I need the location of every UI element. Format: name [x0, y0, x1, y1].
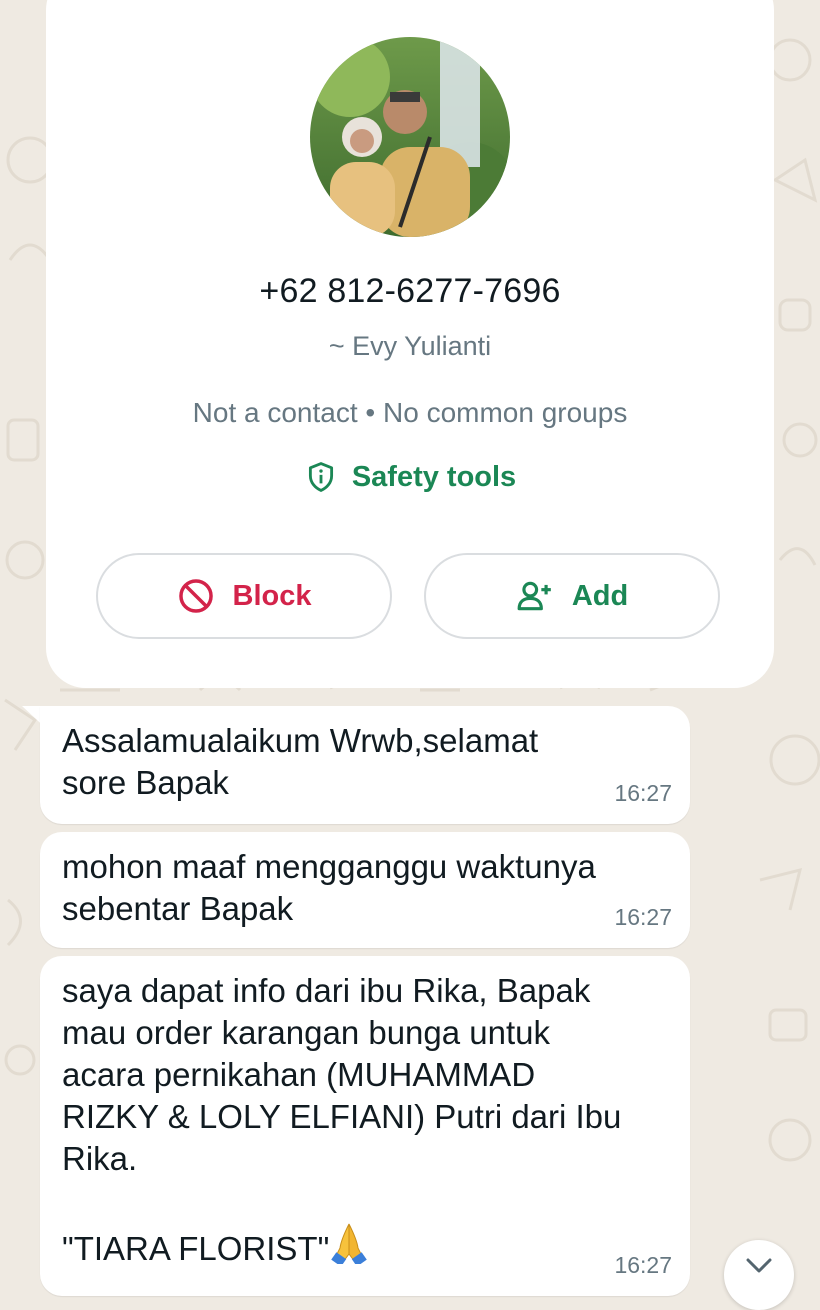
- add-contact-button[interactable]: Add: [424, 553, 720, 639]
- safety-tools-label: Safety tools: [351, 460, 517, 493]
- block-button[interactable]: Block: [96, 553, 392, 639]
- message-text: saya dapat info dari ibu Rika, Bapak mau…: [62, 970, 666, 1270]
- contact-avatar[interactable]: [310, 37, 510, 237]
- incoming-message[interactable]: Assalamualaikum Wrwb,selamat sore Bapak …: [40, 706, 690, 824]
- add-button-label: Add: [571, 579, 629, 612]
- incoming-message[interactable]: saya dapat info dari ibu Rika, Bapak mau…: [40, 956, 690, 1296]
- chevron-down-icon: [746, 1258, 772, 1273]
- message-time: 16:27: [614, 780, 672, 806]
- incoming-message[interactable]: mohon maaf mengganggu waktunya sebentar …: [40, 832, 690, 948]
- message-text: mohon maaf mengganggu waktunya sebentar …: [62, 848, 596, 927]
- shield-icon: [308, 462, 333, 492]
- message-text: Assalamualaikum Wrwb,selamat sore Bapak: [62, 722, 539, 801]
- add-person-icon: [517, 581, 551, 611]
- block-button-label: Block: [232, 579, 312, 612]
- folded-hands-icon: [331, 1223, 368, 1264]
- block-icon: [178, 579, 213, 613]
- contact-status-meta: Not a contact • No common groups: [192, 397, 628, 428]
- contact-info-card: +62 812-6277-7696 ~ Evy Yulianti Not a c…: [46, 0, 774, 688]
- message-time: 16:27: [614, 904, 672, 930]
- contact-push-name: ~ Evy Yulianti: [328, 331, 492, 361]
- contact-phone-number: +62 812-6277-7696: [259, 272, 561, 310]
- safety-tools-link[interactable]: Safety tools: [46, 460, 774, 494]
- scroll-to-bottom-button[interactable]: [724, 1240, 794, 1310]
- profile-photo-icon: [310, 37, 510, 237]
